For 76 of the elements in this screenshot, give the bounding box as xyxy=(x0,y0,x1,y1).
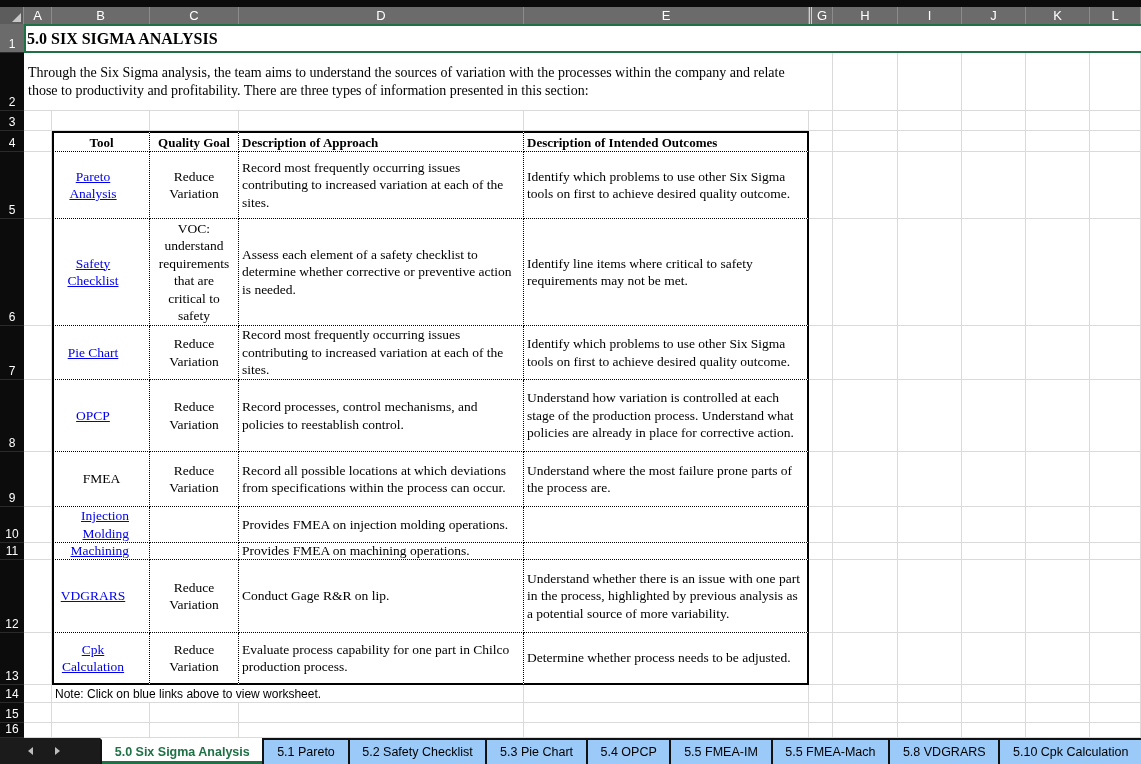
row-number[interactable]: 13 xyxy=(0,633,24,685)
column-heading[interactable]: I xyxy=(898,7,962,24)
worksheet-link[interactable]: OPCP xyxy=(57,406,129,425)
triangle-right-icon xyxy=(55,747,60,755)
row-number[interactable]: 1 xyxy=(0,24,24,53)
table-cell: Understand whether there is an issue with one part in the process, highlighted by previous analysis as a potential source of more variability. xyxy=(524,560,809,633)
table-cell: Conduct Gage R&R on lip. xyxy=(239,560,524,633)
table-header-cell: Tool xyxy=(52,131,150,152)
empty-cell[interactable] xyxy=(150,507,239,543)
empty-cell[interactable] xyxy=(150,543,239,560)
note-text: Note: Click on blue links above to view worksheet. xyxy=(55,686,322,701)
table-cell: Identify which problems to use other Six Sigma tools on first to achieve desired quality outcome. xyxy=(524,326,809,380)
column-heading[interactable]: E xyxy=(524,7,809,24)
triangle-left-icon xyxy=(28,747,33,755)
intro-paragraph: Through the Six Sigma analysis, the team aims to understand the sources of variation with the processes within the company and relate those to productivity and profitability. There are three types of information presented in this section: xyxy=(28,63,786,100)
column-heading[interactable]: J xyxy=(962,7,1026,24)
table-cell: Provides FMEA on injection molding operations. xyxy=(239,507,524,543)
table-cell: Record most frequently occurring issues contributing to increased variation at each of the sites. xyxy=(239,326,524,380)
empty-cell[interactable] xyxy=(524,543,809,560)
row-number[interactable]: 5 xyxy=(0,152,24,219)
table-header-cell: Quality Goal xyxy=(150,131,239,152)
row-number[interactable]: 15 xyxy=(0,703,24,723)
row-number[interactable]: 16 xyxy=(0,723,24,738)
table-cell: Determine whether process needs to be adjusted. xyxy=(524,633,809,685)
row-number[interactable]: 8 xyxy=(0,380,24,452)
row-number[interactable]: 9 xyxy=(0,452,24,507)
table-cell: Provides FMEA on machining operations. xyxy=(239,543,524,560)
row-number[interactable]: 2 xyxy=(0,53,24,111)
table-cell: Reduce Variation xyxy=(150,560,239,633)
row-number[interactable]: 4 xyxy=(0,131,24,152)
table-cell: Record most frequently occurring issues contributing to increased variation at each of the sites. xyxy=(239,152,524,219)
table-cell: Identify line items where critical to safety requirements may not be met. xyxy=(524,219,809,326)
column-heading[interactable]: C xyxy=(150,7,239,24)
table-cell: Reduce Variation xyxy=(150,380,239,452)
row-number[interactable]: 11 xyxy=(0,543,24,560)
table-cell: Record all possible locations at which deviations from specifications within the process can occur. xyxy=(239,452,524,507)
table-header-cell: Description of Intended Outcomes xyxy=(524,131,809,152)
table-cell: Understand where the most failure prone parts of the process are. xyxy=(524,452,809,507)
sheet-tab[interactable]: 5.10 Cpk Calculation xyxy=(998,738,1141,764)
table-cell: Reduce Variation xyxy=(150,152,239,219)
sheet-tab[interactable]: 5.4 OPCP xyxy=(585,738,670,764)
table-cell: Evaluate process capability for one part in Chilco production process. xyxy=(239,633,524,685)
table-cell: Reduce Variation xyxy=(150,326,239,380)
row-number[interactable]: 7 xyxy=(0,326,24,380)
column-heading[interactable]: H xyxy=(833,7,898,24)
table-cell: FMEA xyxy=(52,452,150,507)
sheet-tab[interactable]: 5.5 FMEA-IM xyxy=(669,738,771,764)
column-heading[interactable]: K xyxy=(1026,7,1090,24)
sheet-tab[interactable]: 5.1 Pareto xyxy=(262,738,348,764)
sheet-tab[interactable]: 5.2 Safety Checklist xyxy=(347,738,486,764)
sheet-tab[interactable]: 5.5 FMEA-Mach xyxy=(770,738,889,764)
row-number[interactable]: 14 xyxy=(0,685,24,703)
table-cell: VOC: understand requirements that are critical to safety xyxy=(150,219,239,326)
row-number[interactable]: 6 xyxy=(0,219,24,326)
table-cell: Identify which problems to use other Six Sigma tools on first to achieve desired quality outcome. xyxy=(524,152,809,219)
column-heading[interactable]: G xyxy=(809,7,833,24)
table-cell: Reduce Variation xyxy=(150,633,239,685)
row-number[interactable]: 12 xyxy=(0,560,24,633)
table-header-cell: Description of Approach xyxy=(239,131,524,152)
sheet-tab[interactable]: 5.3 Pie Chart xyxy=(485,738,586,764)
empty-cell[interactable] xyxy=(524,507,809,543)
row-number[interactable]: 3 xyxy=(0,111,24,131)
table-cell: Reduce Variation xyxy=(150,452,239,507)
column-heading[interactable]: B xyxy=(52,7,150,24)
table-cell: Record processes, control mechanisms, and policies to reestablish control. xyxy=(239,380,524,452)
table-cell: Understand how variation is controlled at each stage of the production process. Understand what policies are already in place for corrective action. xyxy=(524,380,809,452)
column-heading[interactable]: A xyxy=(24,7,52,24)
table-cell: Assess each element of a safety checklist to determine whether corrective or preventive action is needed. xyxy=(239,219,524,326)
worksheet-link[interactable]: VDGRARS xyxy=(57,587,129,605)
sheet-tab[interactable]: 5.0 Six Sigma Analysis xyxy=(100,738,263,764)
row-number[interactable]: 10 xyxy=(0,507,24,543)
sheet-tab[interactable]: 5.8 VDGRARS xyxy=(888,738,999,764)
column-heading[interactable]: D xyxy=(239,7,524,24)
corner-triangle-icon[interactable] xyxy=(12,13,21,22)
column-heading[interactable]: L xyxy=(1090,7,1141,24)
sheet-title: 5.0 SIX SIGMA ANALYSIS xyxy=(27,29,218,48)
